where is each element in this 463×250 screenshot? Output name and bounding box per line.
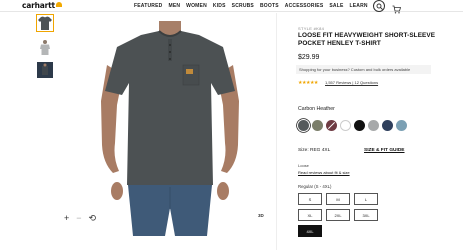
zoom-controls: + − ⟲ [64, 214, 96, 223]
thumbnail-shirt-image [38, 16, 52, 30]
size-option-s[interactable]: S [298, 193, 322, 205]
search-button[interactable] [373, 0, 385, 12]
color-swatch-burgundy[interactable] [326, 120, 337, 131]
style-number: STYLE #K84 [298, 26, 325, 31]
logo-c-icon [55, 2, 62, 7]
nav-scrubs[interactable]: SCRUBS [232, 3, 254, 9]
thumbnail-lifestyle[interactable] [36, 61, 54, 79]
color-swatches [298, 120, 407, 131]
cart-button[interactable] [392, 1, 402, 14]
selected-color-label: Carbon Heather [298, 106, 335, 112]
color-swatch-heather-gray[interactable] [368, 120, 379, 131]
color-swatch-carbon-heather[interactable] [298, 120, 309, 131]
fit-type-label: Loose [298, 163, 309, 168]
nav-kids[interactable]: KIDS [213, 3, 226, 9]
thumbnail-model-image [40, 40, 50, 55]
nav-men[interactable]: MEN [168, 3, 180, 9]
rating-stars: ★★★★★ [298, 80, 318, 86]
size-option-m[interactable]: M [326, 193, 350, 205]
size-option-xl[interactable]: XL [298, 209, 322, 221]
product-hero-image[interactable] [95, 13, 245, 236]
business-promo-banner[interactable]: Shopping for your business? Custom and b… [296, 65, 431, 74]
rotate-icon[interactable]: ⟲ [89, 214, 97, 223]
size-fit-guide-link[interactable]: SIZE & FIT GUIDE [364, 148, 405, 153]
size-option-l[interactable]: L [354, 193, 378, 205]
cart-icon [392, 5, 402, 14]
size-option-2xl[interactable]: 2XL [326, 209, 350, 221]
nav-sale[interactable]: SALE [329, 3, 343, 9]
size-options: S M L XL 2XL 3XL 4XL [298, 193, 378, 237]
reviews-link[interactable]: 1,557 Reviews | 12 Questions [325, 80, 378, 85]
column-divider [276, 13, 277, 250]
nav-women[interactable]: WOMEN [186, 3, 207, 9]
color-swatch-navy[interactable] [382, 120, 393, 131]
view-360-button[interactable]: 3D [258, 213, 264, 218]
thumbnail-front[interactable] [36, 14, 54, 32]
carhartt-logo[interactable]: carhartt [22, 1, 62, 10]
search-icon [376, 3, 383, 10]
color-swatch-white[interactable] [340, 120, 351, 131]
color-swatch-light-blue[interactable] [396, 120, 407, 131]
main-nav: FEATURED MEN WOMEN KIDS SCRUBS BOOTS ACC… [134, 3, 368, 9]
product-price: $29.99 [298, 54, 320, 61]
zoom-in-icon[interactable]: + [64, 214, 69, 223]
thumbnail-model[interactable] [36, 38, 54, 56]
fit-reviews-link[interactable]: Read reviews about fit & size [298, 170, 350, 175]
zoom-out-icon[interactable]: − [76, 214, 81, 223]
nav-boots[interactable]: BOOTS [260, 3, 279, 9]
size-option-4xl[interactable]: 4XL [298, 225, 322, 237]
size-range-label: Regular (S - 4XL) [298, 184, 332, 189]
site-header: carhartt FEATURED MEN WOMEN KIDS SCRUBS … [0, 0, 463, 14]
nav-featured[interactable]: FEATURED [134, 3, 162, 9]
size-option-3xl[interactable]: 3XL [354, 209, 378, 221]
product-title: LOOSE FIT HEAVYWEIGHT SHORT-SLEEVE POCKE… [298, 32, 436, 47]
thumbnail-lifestyle-image [37, 62, 53, 78]
color-swatch-moss[interactable] [312, 120, 323, 131]
nav-accessories[interactable]: ACCESSORIES [285, 3, 324, 9]
nav-learn[interactable]: LEARN [350, 3, 368, 9]
color-swatch-black[interactable] [354, 120, 365, 131]
selected-size-label: Size: REG 4XL [298, 148, 331, 153]
